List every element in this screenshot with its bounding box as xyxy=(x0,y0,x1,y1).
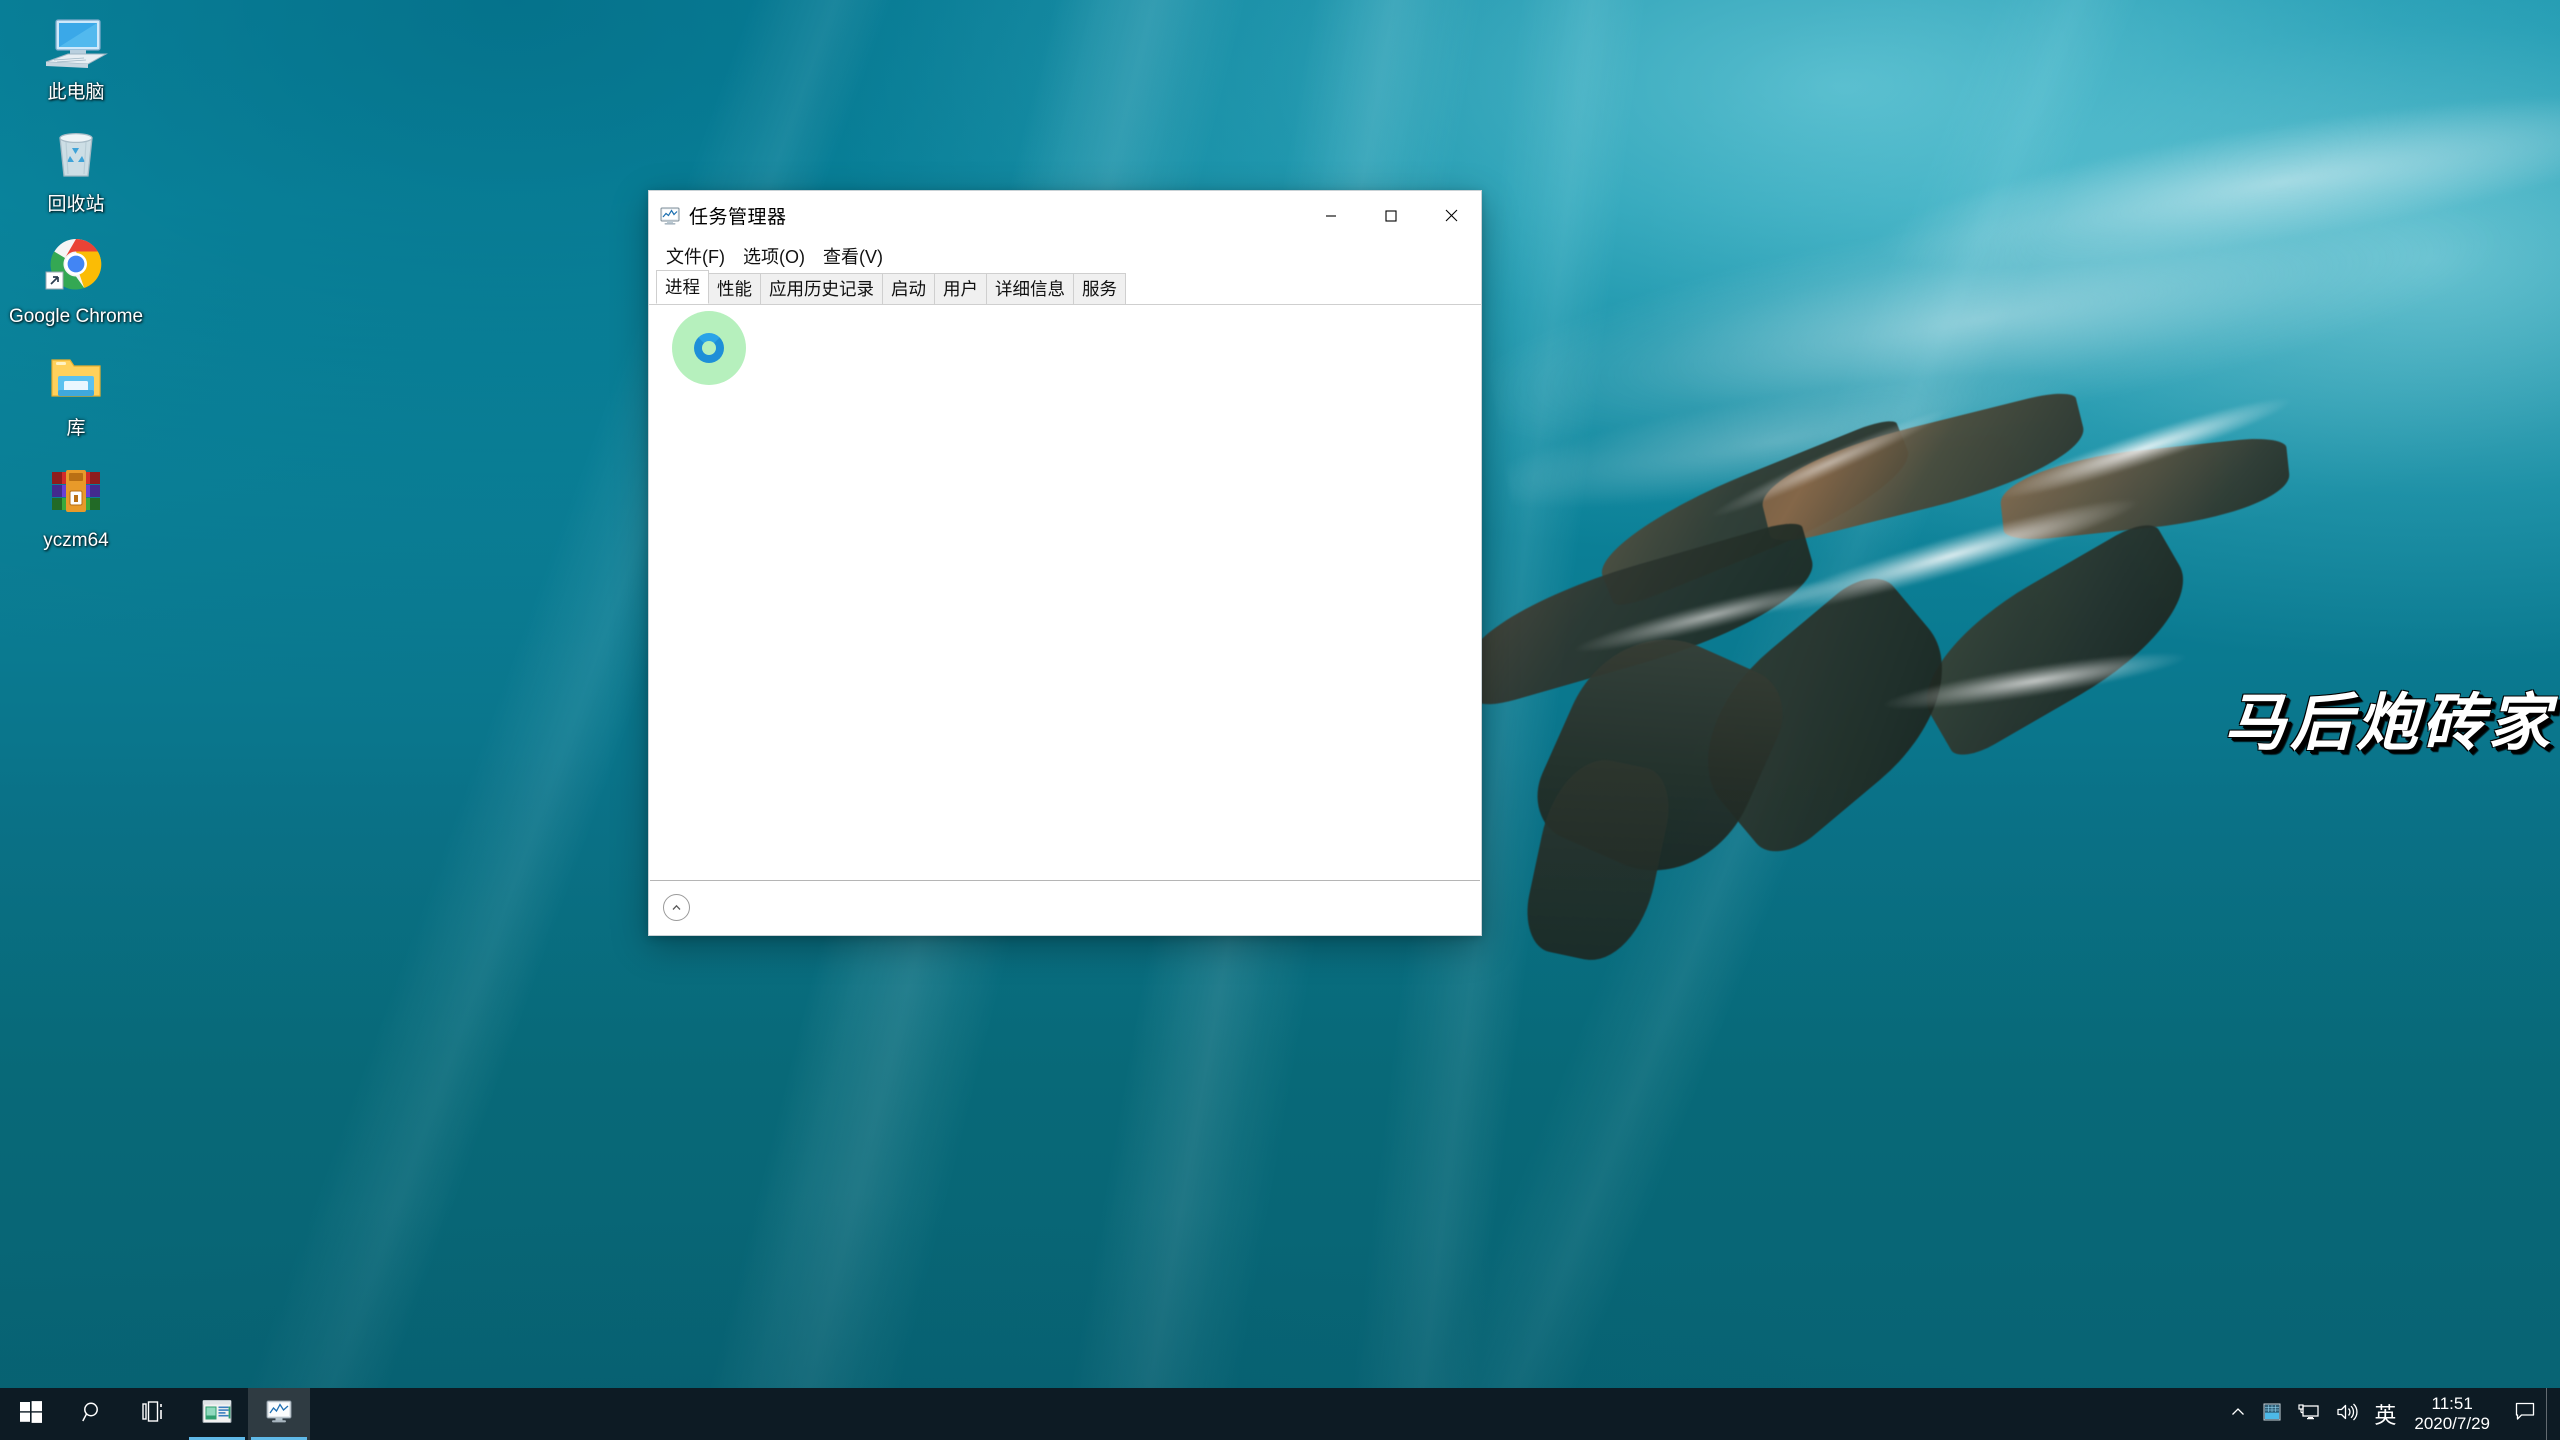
tab-performance[interactable]: 性能 xyxy=(708,273,761,304)
task-manager-icon xyxy=(659,205,681,227)
tab-strip: 进程 性能 应用历史记录 启动 用户 详细信息 服务 xyxy=(649,270,1481,305)
menubar: 文件(F) 选项(O) 查看(V) xyxy=(649,240,1481,271)
search-icon xyxy=(81,1400,105,1429)
click-highlight xyxy=(672,311,746,385)
show-hidden-icons-button[interactable] xyxy=(2222,1388,2254,1440)
task-view-icon xyxy=(142,1400,168,1428)
window-controls xyxy=(1301,191,1481,240)
task-manager-icon xyxy=(264,1399,294,1430)
start-button[interactable] xyxy=(0,1388,62,1440)
desktop-icon-label: yczm64 xyxy=(43,530,109,551)
winrar-archive-icon xyxy=(42,458,110,526)
tab-app-history[interactable]: 应用历史记录 xyxy=(760,273,883,304)
tab-processes[interactable]: 进程 xyxy=(656,270,709,304)
menu-file[interactable]: 文件(F) xyxy=(657,241,734,271)
recycle-bin-icon xyxy=(42,122,110,190)
show-desktop-button[interactable] xyxy=(2546,1388,2556,1440)
system-tray: 英 11:51 2020/7/29 xyxy=(2222,1388,2560,1440)
maximize-button[interactable] xyxy=(1361,191,1421,240)
tab-services[interactable]: 服务 xyxy=(1073,273,1126,304)
menu-options[interactable]: 选项(O) xyxy=(734,241,814,271)
menu-view[interactable]: 查看(V) xyxy=(814,241,892,271)
taskbar-buttons xyxy=(0,1388,310,1440)
tab-users[interactable]: 用户 xyxy=(934,273,987,304)
taskbar-app-green[interactable] xyxy=(186,1388,248,1440)
fewer-details-button[interactable] xyxy=(663,894,690,921)
desktop-icon-grid: 此电脑 回收站 Google Chrome 库 yczm64 xyxy=(8,10,144,570)
desktop-icon-label: 回收站 xyxy=(47,194,105,215)
window-titlebar[interactable]: 任务管理器 xyxy=(649,191,1481,240)
clock-time: 11:51 xyxy=(2431,1394,2473,1413)
task-manager-window[interactable]: 任务管理器 文件(F) 选项(O) 查看(V) 进程 性能 应用历史记录 启动 … xyxy=(648,190,1482,936)
folder-icon xyxy=(42,346,110,414)
chrome-icon xyxy=(42,234,110,302)
watermark-text: 马后炮砖家 xyxy=(2223,686,2554,759)
minimize-button[interactable] xyxy=(1301,191,1361,240)
taskbar-empty-area[interactable] xyxy=(310,1388,2222,1440)
desktop-icon-label: 库 xyxy=(66,418,86,439)
blue-grid-icon xyxy=(2262,1402,2282,1427)
desktop-icon-this-pc[interactable]: 此电脑 xyxy=(8,10,144,104)
search-button[interactable] xyxy=(62,1388,124,1440)
tray-app-button[interactable] xyxy=(2254,1388,2290,1440)
network-icon xyxy=(2298,1402,2320,1427)
close-button[interactable] xyxy=(1421,191,1481,240)
monitor-icon xyxy=(42,10,110,78)
tab-details[interactable]: 详细信息 xyxy=(986,273,1074,304)
chevron-up-icon xyxy=(2230,1404,2246,1425)
clock[interactable]: 11:51 2020/7/29 xyxy=(2404,1388,2504,1440)
action-center-button[interactable] xyxy=(2504,1388,2546,1440)
desktop-icon-recycle-bin[interactable]: 回收站 xyxy=(8,122,144,216)
desktop[interactable]: 此电脑 回收站 Google Chrome 库 yczm64 马后炮砖家 任务管… xyxy=(0,0,2560,1440)
task-view-button[interactable] xyxy=(124,1388,186,1440)
taskbar[interactable]: 英 11:51 2020/7/29 xyxy=(0,1388,2560,1440)
window-title: 任务管理器 xyxy=(689,207,787,228)
desktop-icon-label: Google Chrome xyxy=(8,306,144,327)
process-list-pane[interactable] xyxy=(650,305,1480,881)
ime-indicator[interactable]: 英 xyxy=(2366,1388,2404,1440)
desktop-icon-library[interactable]: 库 xyxy=(8,346,144,440)
window-footer xyxy=(650,881,1480,934)
desktop-icon-google-chrome[interactable]: Google Chrome xyxy=(8,234,144,328)
tab-startup[interactable]: 启动 xyxy=(882,273,935,304)
taskbar-app-task-manager[interactable] xyxy=(248,1388,310,1440)
speaker-icon xyxy=(2336,1402,2358,1427)
windows-logo-icon xyxy=(19,1400,43,1429)
desktop-icon-yczm64[interactable]: yczm64 xyxy=(8,458,144,552)
app-window-icon xyxy=(202,1399,232,1430)
clock-date: 2020/7/29 xyxy=(2414,1414,2490,1433)
busy-cursor-icon xyxy=(694,333,724,363)
speech-bubble-icon xyxy=(2515,1402,2535,1426)
desktop-icon-label: 此电脑 xyxy=(47,82,105,103)
chevron-up-circle-icon xyxy=(672,904,681,910)
network-button[interactable] xyxy=(2290,1388,2328,1440)
volume-button[interactable] xyxy=(2328,1388,2366,1440)
